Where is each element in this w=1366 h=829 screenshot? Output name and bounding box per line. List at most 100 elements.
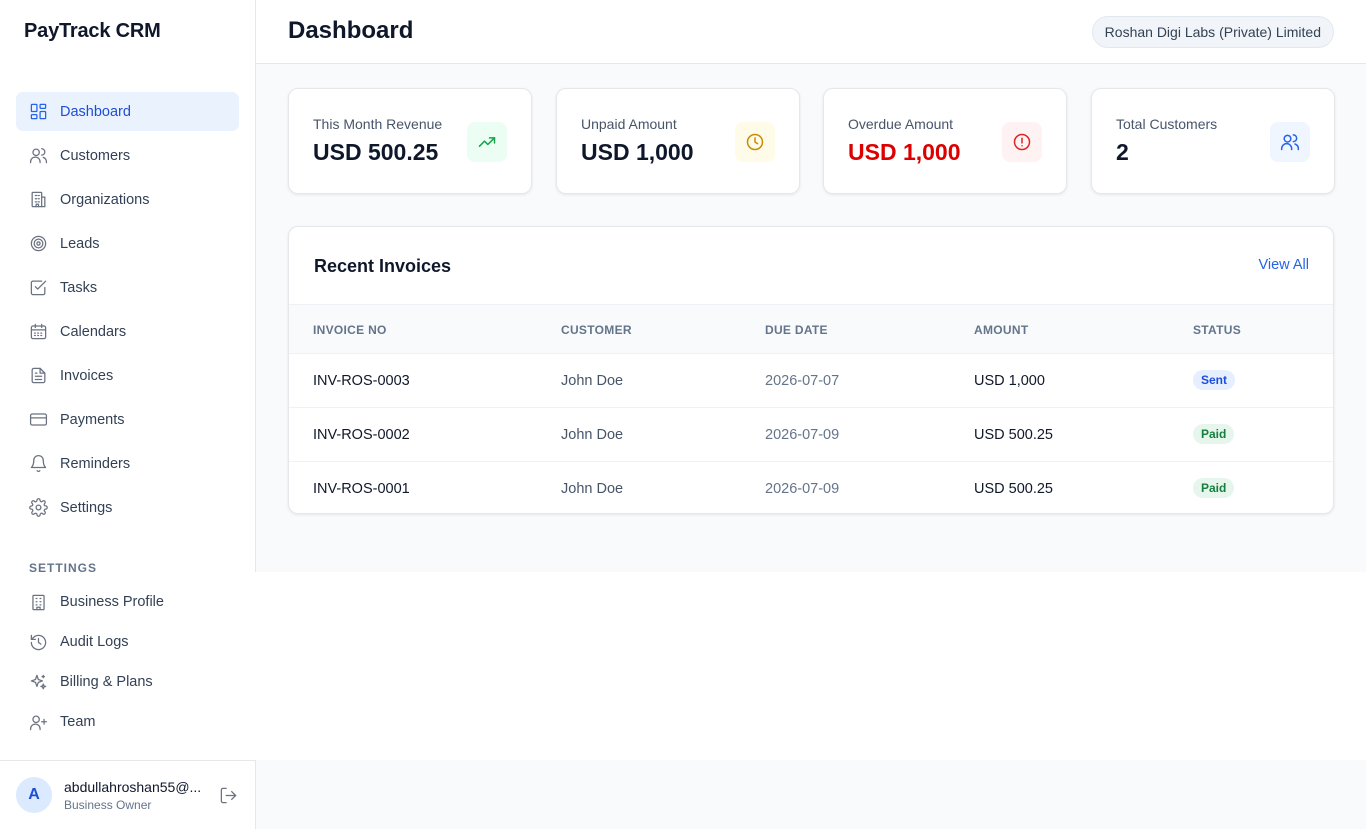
- page-title: Dashboard: [288, 17, 414, 44]
- sidebar-item-label: Leads: [60, 235, 100, 252]
- amount: USD 500.25: [974, 481, 1053, 497]
- stat-value: USD 1,000: [581, 139, 694, 165]
- stat-card-customers: Total Customers 2: [1091, 88, 1335, 194]
- sidebar-item-label: Audit Logs: [60, 634, 129, 650]
- sidebar-item-label: Calendars: [60, 323, 127, 340]
- calendar-icon: [28, 322, 48, 342]
- sidebar-item-customers[interactable]: Customers: [16, 136, 239, 175]
- trending-up-icon: [467, 122, 507, 162]
- stat-label: This Month Revenue: [313, 116, 443, 132]
- footer-background: [256, 760, 1366, 829]
- sidebar-item-label: Dashboard: [60, 103, 131, 120]
- main-content: Dashboard Roshan Digi Labs (Private) Lim…: [256, 0, 1366, 572]
- sidebar-item-label: Team: [60, 714, 96, 730]
- bell-icon: [28, 454, 48, 474]
- table-row[interactable]: INV-ROS-0001 John Doe 2026-07-09 USD 500…: [289, 461, 1333, 513]
- users-icon: [28, 146, 48, 166]
- settings-section-label: SETTINGS: [29, 561, 98, 575]
- stat-card-overdue: Overdue Amount USD 1,000: [823, 88, 1067, 194]
- recent-invoices-card: Recent Invoices View All INVOICE NO CUST…: [288, 226, 1334, 514]
- table-row[interactable]: INV-ROS-0002 John Doe 2026-07-09 USD 500…: [289, 407, 1333, 461]
- invoice-no[interactable]: INV-ROS-0003: [313, 373, 410, 389]
- invoice-no[interactable]: INV-ROS-0002: [313, 427, 410, 443]
- customer-name: John Doe: [561, 481, 624, 497]
- dashboard-icon: [28, 102, 48, 122]
- sidebar-item-dashboard[interactable]: Dashboard: [16, 92, 239, 131]
- status-badge: Paid: [1193, 478, 1235, 498]
- sidebar-item-label: Settings: [60, 499, 113, 516]
- customer-name: John Doe: [561, 427, 624, 443]
- sidebar-item-organizations[interactable]: Organizations: [16, 180, 239, 219]
- logout-icon: [220, 787, 237, 804]
- status-badge: Sent: [1193, 370, 1236, 390]
- stat-label: Unpaid Amount: [581, 116, 677, 132]
- column-header-amount[interactable]: AMOUNT: [974, 323, 1028, 337]
- due-date: 2026-07-09: [765, 481, 840, 497]
- organization-badge[interactable]: Roshan Digi Labs (Private) Limited: [1091, 16, 1334, 48]
- sidebar-item-business-profile[interactable]: Business Profile: [16, 584, 239, 620]
- sidebar-item-label: Payments: [60, 411, 125, 428]
- table-header: INVOICE NO CUSTOMER DUE DATE AMOUNT STAT…: [289, 304, 1333, 353]
- users-icon: [1270, 122, 1310, 162]
- sidebar-item-billing-plans[interactable]: Billing & Plans: [16, 664, 239, 700]
- clock-icon: [735, 122, 775, 162]
- stat-card-revenue: This Month Revenue USD 500.25: [288, 88, 532, 194]
- sidebar-item-payments[interactable]: Payments: [16, 400, 239, 439]
- invoice-no[interactable]: INV-ROS-0001: [313, 481, 410, 497]
- sidebar-item-label: Invoices: [60, 367, 114, 384]
- office-icon: [28, 592, 48, 612]
- user-email: abdullahroshan55@...: [64, 778, 202, 795]
- recent-invoices-title: Recent Invoices: [314, 256, 452, 276]
- avatar[interactable]: A: [16, 777, 52, 813]
- sidebar-item-label: Business Profile: [60, 594, 164, 610]
- table-row[interactable]: INV-ROS-0003 John Doe 2026-07-07 USD 1,0…: [289, 353, 1333, 407]
- history-icon: [28, 632, 48, 652]
- due-date: 2026-07-09: [765, 427, 840, 443]
- due-date: 2026-07-07: [765, 373, 840, 389]
- column-header-invoice-no[interactable]: INVOICE NO: [313, 323, 387, 337]
- sidebar-item-label: Customers: [60, 147, 131, 164]
- stat-label: Overdue Amount: [848, 116, 954, 132]
- top-header: Dashboard Roshan Digi Labs (Private) Lim…: [256, 0, 1366, 64]
- sidebar-item-team[interactable]: Team: [16, 704, 239, 740]
- column-header-customer[interactable]: CUSTOMER: [561, 323, 632, 337]
- logout-button[interactable]: [219, 786, 239, 806]
- sidebar-item-calendars[interactable]: Calendars: [16, 312, 239, 351]
- customer-name: John Doe: [561, 373, 624, 389]
- stat-value: USD 500.25: [313, 139, 439, 165]
- main-nav: Dashboard Customers Organizations Leads …: [16, 92, 239, 532]
- view-all-link[interactable]: View All: [1258, 257, 1309, 273]
- sidebar-item-label: Organizations: [60, 191, 150, 208]
- card-icon: [28, 410, 48, 430]
- sparkles-icon: [28, 672, 48, 692]
- checkbox-icon: [28, 278, 48, 298]
- column-header-due-date[interactable]: DUE DATE: [765, 323, 828, 337]
- settings-nav: Business Profile Audit Logs Billing & Pl…: [16, 584, 239, 744]
- sidebar-item-audit-logs[interactable]: Audit Logs: [16, 624, 239, 660]
- column-header-status[interactable]: STATUS: [1193, 323, 1241, 337]
- stat-value: 2: [1116, 139, 1129, 165]
- stats-row: This Month Revenue USD 500.25 Unpaid Amo…: [288, 88, 1335, 194]
- amount: USD 500.25: [974, 427, 1053, 443]
- brand-logo-text[interactable]: PayTrack CRM: [24, 20, 161, 43]
- sidebar-item-tasks[interactable]: Tasks: [16, 268, 239, 307]
- status-badge: Paid: [1193, 424, 1235, 444]
- sidebar: PayTrack CRM Dashboard Customers Organiz…: [0, 0, 256, 829]
- stat-card-unpaid: Unpaid Amount USD 1,000: [556, 88, 800, 194]
- alert-circle-icon: [1002, 122, 1042, 162]
- sidebar-item-label: Reminders: [60, 455, 131, 472]
- user-profile-box[interactable]: A abdullahroshan55@... Business Owner: [0, 760, 256, 829]
- target-icon: [28, 234, 48, 254]
- amount: USD 1,000: [974, 373, 1045, 389]
- sidebar-item-label: Tasks: [60, 279, 98, 296]
- sidebar-item-reminders[interactable]: Reminders: [16, 444, 239, 483]
- user-role: Business Owner: [64, 797, 152, 812]
- sidebar-item-invoices[interactable]: Invoices: [16, 356, 239, 395]
- user-plus-icon: [28, 712, 48, 732]
- sidebar-item-leads[interactable]: Leads: [16, 224, 239, 263]
- gear-icon: [28, 498, 48, 518]
- stat-value: USD 1,000: [848, 139, 961, 165]
- sidebar-item-settings[interactable]: Settings: [16, 488, 239, 527]
- building-icon: [28, 190, 48, 210]
- sidebar-item-label: Billing & Plans: [60, 674, 153, 690]
